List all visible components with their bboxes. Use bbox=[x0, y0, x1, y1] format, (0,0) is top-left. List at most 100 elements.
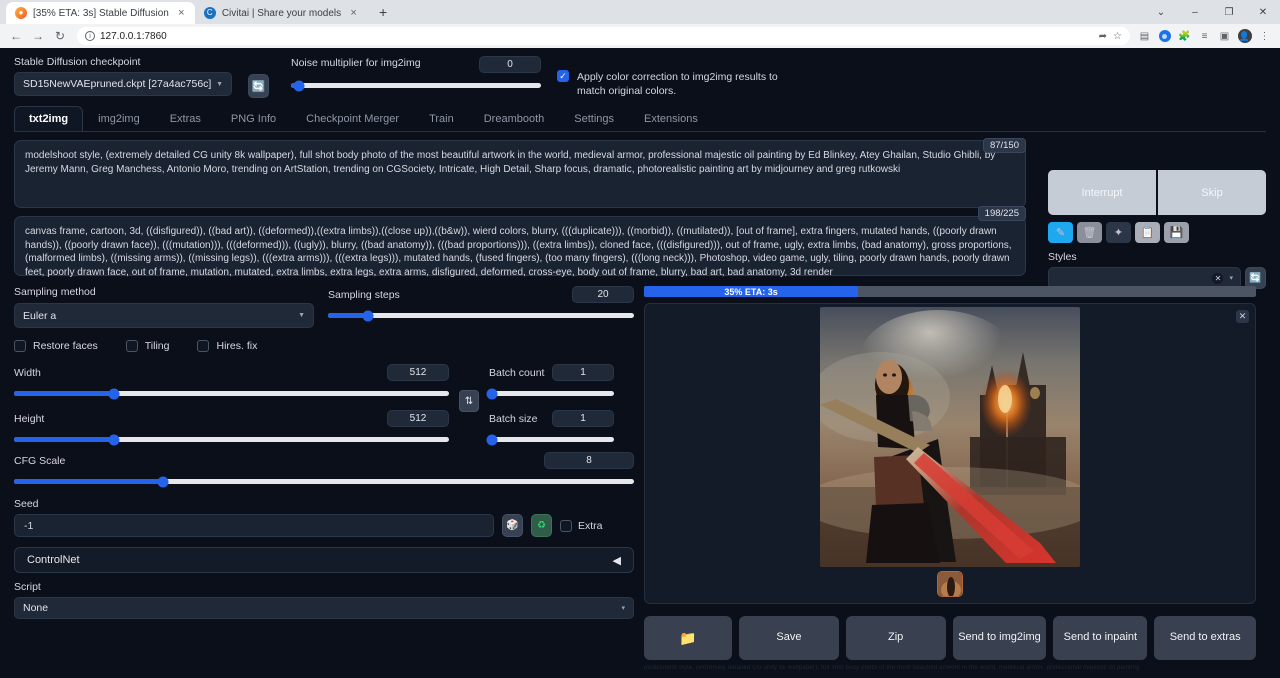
height-label: Height bbox=[14, 413, 44, 425]
tab-settings[interactable]: Settings bbox=[559, 106, 629, 131]
skip-button[interactable]: Skip bbox=[1158, 170, 1266, 215]
checkpoint-value: SD15NewVAEpruned.ckpt [27a4ac756c] bbox=[23, 78, 211, 90]
send-to-inpaint-button[interactable]: Send to inpaint bbox=[1053, 616, 1147, 660]
height-value[interactable]: 512 bbox=[387, 410, 449, 427]
close-icon[interactable]: × bbox=[175, 7, 188, 20]
checkpoint-label: Stable Diffusion checkpoint bbox=[14, 56, 232, 68]
chevron-down-icon[interactable]: ⌄ bbox=[1144, 0, 1178, 24]
refresh-checkpoints-button[interactable]: 🔄 bbox=[248, 74, 269, 98]
address-bar[interactable]: i 127.0.0.1:7860 ➦ ☆ bbox=[77, 27, 1130, 45]
progress-text: 35% ETA: 3s bbox=[644, 286, 858, 297]
puzzle-extension-icon[interactable]: 🧩 bbox=[1177, 29, 1192, 44]
positive-prompt-input[interactable]: modelshoot style, (extremely detailed CG… bbox=[14, 140, 1026, 208]
tab-dreambooth[interactable]: Dreambooth bbox=[469, 106, 560, 131]
account-avatar-icon[interactable]: 👤 bbox=[1237, 29, 1252, 44]
profile-sync-icon[interactable] bbox=[1157, 29, 1172, 44]
save-button[interactable]: Save bbox=[739, 616, 839, 660]
prompt-area: modelshoot style, (extremely detailed CG… bbox=[0, 140, 1280, 276]
swap-dimensions-icon[interactable]: ⇅ bbox=[459, 390, 479, 412]
browser-tab-title: [35% ETA: 3s] Stable Diffusion bbox=[33, 8, 169, 19]
clear-styles-icon[interactable]: ✕ bbox=[1212, 273, 1223, 284]
interrupt-button[interactable]: Interrupt bbox=[1048, 170, 1156, 215]
send-to-img2img-button[interactable]: Send to img2img bbox=[953, 616, 1047, 660]
share-icon[interactable]: ➦ bbox=[1099, 31, 1107, 42]
tab-train[interactable]: Train bbox=[414, 106, 469, 131]
forward-icon[interactable]: → bbox=[28, 26, 48, 46]
dice-icon[interactable]: 🎲 bbox=[502, 514, 523, 537]
restore-faces-checkbox[interactable]: Restore faces bbox=[14, 340, 98, 352]
translate-icon[interactable]: ▤ bbox=[1137, 29, 1152, 44]
chevron-down-icon: ▾ bbox=[1229, 274, 1233, 282]
side-panel-icon[interactable]: ▣ bbox=[1217, 29, 1232, 44]
height-group: Height 512 bbox=[14, 410, 449, 442]
checkbox-icon[interactable] bbox=[560, 520, 572, 532]
trash-icon[interactable]: 🗑 bbox=[1077, 222, 1102, 243]
tab-png-info[interactable]: PNG Info bbox=[216, 106, 291, 131]
cfg-scale-slider[interactable] bbox=[14, 479, 634, 484]
browser-tab-stable-diffusion[interactable]: ● [35% ETA: 3s] Stable Diffusion × bbox=[6, 2, 195, 24]
sampling-steps-slider[interactable] bbox=[328, 313, 634, 318]
controlnet-accordion[interactable]: ControlNet ◀ bbox=[14, 547, 634, 573]
clipboard-icon[interactable]: 📋 bbox=[1135, 222, 1160, 243]
reading-list-icon[interactable]: ≡ bbox=[1197, 29, 1212, 44]
site-info-icon[interactable]: i bbox=[85, 31, 95, 41]
output-actions: 📁 Save Zip Send to img2img Send to inpai… bbox=[644, 616, 1256, 660]
back-icon[interactable]: ← bbox=[6, 26, 26, 46]
recycle-icon[interactable]: ♻ bbox=[531, 514, 552, 537]
color-correction-checkbox[interactable]: ✓ bbox=[557, 70, 569, 82]
batch-count-value[interactable]: 1 bbox=[552, 364, 614, 381]
bookmark-star-icon[interactable]: ☆ bbox=[1113, 31, 1122, 42]
sampling-row: Sampling method Euler a ▼ Sampling steps… bbox=[14, 286, 634, 328]
hires-fix-label: Hires. fix bbox=[216, 340, 257, 352]
tab-checkpoint-merger[interactable]: Checkpoint Merger bbox=[291, 106, 414, 131]
tab-txt2img[interactable]: txt2img bbox=[14, 106, 83, 131]
browser-tab-civitai[interactable]: C Civitai | Share your models × bbox=[195, 2, 367, 24]
maximize-icon[interactable]: ❐ bbox=[1212, 0, 1246, 24]
send-to-extras-button[interactable]: Send to extras bbox=[1154, 616, 1256, 660]
tab-extras[interactable]: Extras bbox=[155, 106, 216, 131]
batch-size-slider[interactable] bbox=[489, 437, 614, 442]
checkbox-icon[interactable] bbox=[126, 340, 138, 352]
width-value[interactable]: 512 bbox=[387, 364, 449, 381]
reload-icon[interactable]: ↻ bbox=[50, 26, 70, 46]
generated-image[interactable] bbox=[820, 307, 1080, 567]
close-icon[interactable]: × bbox=[347, 7, 360, 20]
gallery-thumbnail[interactable] bbox=[937, 571, 963, 597]
omnibox-actions: ➦ ☆ bbox=[1099, 31, 1122, 42]
tab-img2img[interactable]: img2img bbox=[83, 106, 155, 131]
more-menu-icon[interactable]: ⋮ bbox=[1257, 29, 1272, 44]
extra-seed-checkbox[interactable]: Extra bbox=[560, 520, 603, 532]
close-icon[interactable]: ✕ bbox=[1236, 310, 1249, 323]
cfg-scale-value[interactable]: 8 bbox=[544, 452, 634, 469]
chevron-left-icon: ◀ bbox=[613, 554, 621, 567]
magic-wand-icon[interactable]: ✦ bbox=[1106, 222, 1131, 243]
save-style-icon[interactable]: 💾 bbox=[1164, 222, 1189, 243]
close-window-icon[interactable]: ✕ bbox=[1246, 0, 1280, 24]
hires-fix-checkbox[interactable]: Hires. fix bbox=[197, 340, 257, 352]
batch-size-value[interactable]: 1 bbox=[552, 410, 614, 427]
height-slider[interactable] bbox=[14, 437, 449, 442]
url-text: 127.0.0.1:7860 bbox=[100, 31, 1094, 42]
checkbox-icon[interactable] bbox=[14, 340, 26, 352]
tab-extensions[interactable]: Extensions bbox=[629, 106, 713, 131]
sd-favicon: ● bbox=[15, 7, 27, 19]
noise-multiplier-value[interactable]: 0 bbox=[479, 56, 541, 73]
script-select[interactable]: None ▾ bbox=[14, 597, 634, 619]
checkpoint-select[interactable]: SD15NewVAEpruned.ckpt [27a4ac756c] ▼ bbox=[14, 72, 232, 96]
cfg-scale-group: CFG Scale 8 bbox=[14, 452, 634, 484]
paintbrush-icon[interactable]: ✎ bbox=[1048, 222, 1073, 243]
new-tab-button[interactable]: + bbox=[372, 1, 394, 23]
color-correction-group[interactable]: ✓ Apply color correction to img2img resu… bbox=[557, 70, 787, 98]
negative-prompt-input[interactable]: canvas frame, cartoon, 3d, ((disfigured)… bbox=[14, 216, 1026, 276]
tiling-checkbox[interactable]: Tiling bbox=[126, 340, 170, 352]
batch-count-slider[interactable] bbox=[489, 391, 614, 396]
open-folder-button[interactable]: 📁 bbox=[644, 616, 732, 660]
width-slider[interactable] bbox=[14, 391, 449, 396]
noise-multiplier-slider[interactable] bbox=[291, 83, 541, 88]
checkbox-icon[interactable] bbox=[197, 340, 209, 352]
seed-input[interactable]: -1 bbox=[14, 514, 494, 537]
minimize-icon[interactable]: – bbox=[1178, 0, 1212, 24]
zip-button[interactable]: Zip bbox=[846, 616, 946, 660]
sampling-method-select[interactable]: Euler a ▼ bbox=[14, 303, 314, 328]
sampling-steps-value[interactable]: 20 bbox=[572, 286, 634, 303]
